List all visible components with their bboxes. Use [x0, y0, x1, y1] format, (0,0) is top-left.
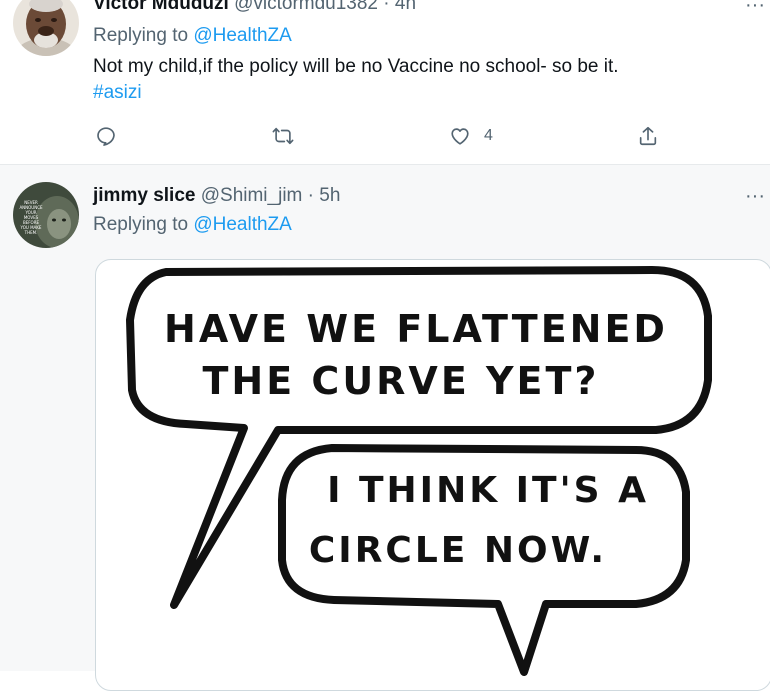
avatar[interactable]: NEVER ANNOUNCE YOUR MOVES BEFORE YOU MAK… [13, 182, 79, 248]
reply-icon [97, 127, 115, 146]
mention-link[interactable]: @HealthZA [193, 25, 292, 46]
tweet-jimmy[interactable]: NEVER ANNOUNCE YOUR MOVES BEFORE YOU MAK… [0, 164, 770, 691]
replying-prefix: Replying to [93, 214, 189, 235]
like-button[interactable]: 4 [448, 122, 493, 150]
author-handle[interactable]: @Shimi_jim [201, 185, 303, 206]
avatar-lion-icon: NEVER ANNOUNCE YOUR MOVES BEFORE YOU MAK… [13, 182, 79, 248]
reply-button[interactable] [95, 122, 117, 150]
heart-icon [451, 128, 469, 145]
tweet-header: Victor Mduduzi @victormdu1382 · 4h [93, 0, 416, 15]
author-name[interactable]: Victor Mduduzi [93, 0, 229, 14]
hashtag-link[interactable]: #asizi [93, 82, 142, 104]
comic-line-1: HAVE WE FLATTENED [164, 307, 668, 351]
mention-link[interactable]: @HealthZA [193, 214, 292, 235]
share-button[interactable] [637, 122, 659, 150]
avatar-photo-icon [13, 0, 79, 56]
like-count: 4 [484, 127, 493, 144]
tweet-header: jimmy slice @Shimi_jim · 5h [93, 185, 340, 207]
replying-to: Replying to @HealthZA [93, 25, 292, 47]
tweet-text: Not my child,if the policy will be no Va… [93, 56, 619, 77]
replying-to: Replying to @HealthZA [93, 214, 292, 236]
replying-prefix: Replying to [93, 25, 189, 46]
share-icon [639, 126, 657, 146]
timestamp[interactable]: 4h [395, 0, 416, 14]
more-options-icon[interactable]: ··· [745, 0, 765, 15]
tweet-victor[interactable]: Victor Mduduzi @victormdu1382 · 4h ··· R… [0, 0, 770, 164]
retweet-icon [272, 127, 294, 145]
avatar[interactable] [13, 0, 79, 56]
separator: · [307, 185, 314, 206]
comic-speech-bubbles: HAVE WE FLATTENED THE CURVE YET? I THINK… [126, 266, 712, 676]
author-handle[interactable]: @victormdu1382 [234, 0, 378, 14]
more-options-icon[interactable]: ··· [745, 186, 765, 206]
separator: · [383, 0, 390, 14]
comic-line-4: CIRCLE NOW. [309, 530, 607, 571]
retweet-button[interactable] [271, 122, 295, 150]
comic-line-2: THE CURVE YET? [203, 359, 600, 403]
comic-line-3: I THINK IT'S A [327, 470, 649, 511]
svg-text:THEM.: THEM. [24, 230, 38, 235]
tweet-media-image[interactable]: HAVE WE FLATTENED THE CURVE YET? I THINK… [95, 259, 770, 691]
author-name[interactable]: jimmy slice [93, 185, 195, 206]
timestamp[interactable]: 5h [319, 185, 340, 206]
